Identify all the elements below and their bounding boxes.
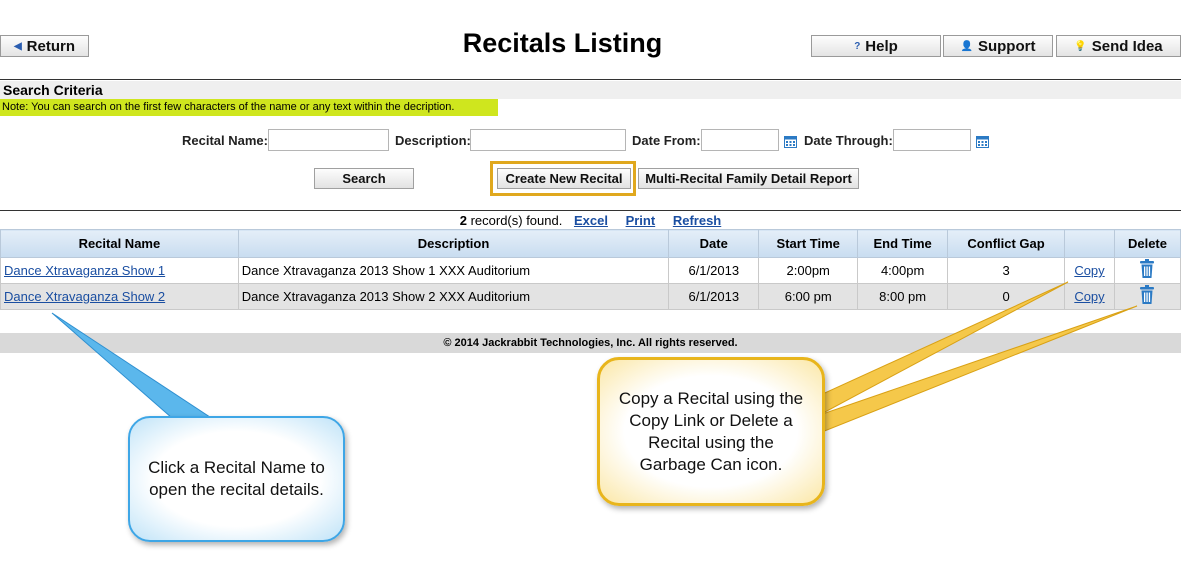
callout-copy-delete: Copy a Recital using the Copy Link or De… (597, 357, 825, 506)
callout-recital-name: Click a Recital Name to open the recital… (128, 416, 345, 542)
